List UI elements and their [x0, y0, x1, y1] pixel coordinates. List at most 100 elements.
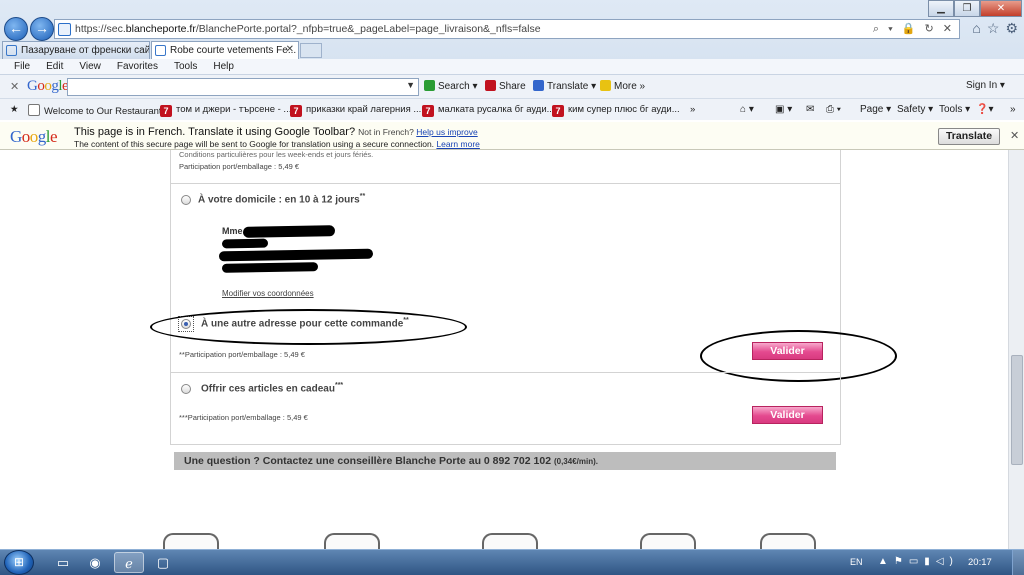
favorite-label: том и джери - търсене - ...: [176, 104, 292, 115]
chrome-taskbar-icon[interactable]: ◉: [80, 552, 110, 573]
logo-letter: e: [50, 127, 58, 146]
favorite-label: приказки край лагерния ...: [306, 104, 422, 115]
tab-robe-courte[interactable]: Robe courte vetements Fe... ✕: [151, 41, 299, 59]
menu-help[interactable]: Help: [213, 59, 234, 74]
google-logo: Google: [27, 78, 69, 95]
learn-more-link[interactable]: Learn more: [436, 139, 479, 149]
url-prefix: https://sec.: [75, 23, 126, 35]
favorites-overflow-icon[interactable]: »: [690, 104, 695, 115]
home-delivery-label: À votre domicile : en 10 à 12 jours**: [198, 193, 365, 205]
address-bar[interactable]: https://sec.blancheporte.fr/BlanchePorte…: [54, 19, 960, 39]
google-toolbar: ✕ Google ▼ Search ▾ Share Translate ▾ Mo…: [0, 74, 1024, 98]
google-logo: Google: [10, 127, 58, 147]
card-icon: [324, 533, 380, 549]
windows-logo-icon: ⊞: [13, 555, 25, 569]
arrow-right-icon: →: [35, 20, 49, 36]
browser-chrome: ▁ ❐ ✕ ← → https://sec.blancheporte.fr/Bl…: [0, 0, 1024, 120]
close-translate-bar-icon[interactable]: ✕: [1010, 129, 1019, 142]
google-search-button[interactable]: Search ▾: [424, 80, 478, 92]
safety-menu-label: Safety: [897, 104, 926, 115]
favorite-tom-jerry[interactable]: 7 том и джери - търсене - ...: [160, 104, 291, 117]
page-menu-label: Page: [860, 104, 884, 115]
help-icon[interactable]: ❓▾: [976, 104, 993, 115]
menu-edit[interactable]: Edit: [46, 59, 63, 74]
page-menu[interactable]: Page ▾: [860, 104, 891, 115]
home-command-icon[interactable]: ⌂ ▾: [740, 104, 754, 115]
translate-label: Translate: [547, 81, 589, 92]
delivery-icon: [482, 533, 538, 549]
redacted-line: [221, 238, 269, 249]
maximize-button[interactable]: ❐: [954, 0, 980, 17]
share-label: Share: [499, 81, 526, 92]
menu-tools[interactable]: Tools: [174, 59, 197, 74]
language-indicator[interactable]: EN: [850, 557, 863, 567]
favorite-prikazki[interactable]: 7 приказки край лагерния ...: [290, 104, 421, 117]
back-button[interactable]: ←: [4, 17, 28, 41]
tab-label: Пазаруване от френски сайт...: [21, 45, 150, 56]
feeds-icon[interactable]: ▣ ▾: [775, 104, 792, 115]
menu-favorites[interactable]: Favorites: [117, 59, 158, 74]
close-toolbar-icon[interactable]: ✕: [10, 80, 19, 93]
tools-menu[interactable]: Tools ▾: [939, 104, 970, 115]
safety-menu[interactable]: Safety ▾: [897, 104, 933, 115]
explorer-taskbar-icon[interactable]: ▭: [48, 552, 78, 573]
star-icon[interactable]: ☆: [987, 20, 1000, 37]
close-tab-icon[interactable]: ✕: [286, 44, 294, 55]
help-improve-link[interactable]: Help us improve: [416, 127, 477, 137]
minimize-button[interactable]: ▁: [928, 0, 954, 17]
close-window-button[interactable]: ✕: [980, 0, 1022, 17]
new-tab-button[interactable]: [300, 43, 322, 58]
tab-bulgarian-shopping[interactable]: Пазаруване от френски сайт...: [2, 41, 150, 59]
bookmark-icon: 7: [552, 105, 564, 117]
dropdown-arrow-icon[interactable]: ▼: [406, 80, 415, 90]
more-button[interactable]: More »: [600, 80, 645, 92]
tools-menu-label: Tools: [939, 104, 963, 115]
commandbar-overflow-icon[interactable]: »: [1010, 104, 1016, 115]
pencil-icon: [600, 80, 611, 91]
modify-address-link[interactable]: Modifier vos coordonnées: [222, 289, 314, 298]
translate-subtext: The content of this secure page will be …: [74, 139, 480, 149]
favorites-star-icon[interactable]: ★: [10, 104, 19, 115]
mail-icon[interactable]: ✉: [806, 104, 814, 115]
shipping-cost-text: Participation port/emballage : 5,49 €: [179, 162, 300, 171]
tray-icons[interactable]: ▲⚑▭▮◁): [878, 556, 959, 567]
print-icon[interactable]: ⎙ ▾: [826, 104, 841, 115]
tab-favicon-icon: [155, 45, 166, 56]
share-button[interactable]: Share: [485, 80, 526, 92]
clock[interactable]: 20:17: [968, 557, 992, 568]
start-button[interactable]: ⊞: [4, 550, 34, 575]
menu-file[interactable]: File: [14, 59, 30, 74]
redacted-city: [221, 262, 319, 273]
translate-icon: [533, 80, 544, 91]
gift-shipping-cost-text: ***Participation port/emballage : 5,49 €: [179, 413, 308, 422]
favorite-restaurant[interactable]: Welcome to Our Restaurant: [28, 104, 162, 117]
bookmark-icon: 7: [422, 105, 434, 117]
sign-in-button[interactable]: Sign In ▾: [966, 80, 1005, 91]
vertical-scrollbar[interactable]: [1008, 150, 1024, 549]
bookmark-icon: 7: [160, 105, 172, 117]
conditions-text: Conditions particulières pour les week-e…: [179, 150, 374, 159]
favorite-rusalka[interactable]: 7 малката русалка бг ауди...: [422, 104, 555, 117]
validate-gift-button[interactable]: Valider: [752, 406, 823, 424]
menu-view[interactable]: View: [79, 59, 101, 74]
home-delivery-radio[interactable]: [181, 195, 191, 205]
home-icon[interactable]: ⌂: [972, 20, 980, 37]
address-bar-icons[interactable]: ⌕ ▾ 🔒 ↻ ✕: [873, 22, 955, 36]
google-search-input[interactable]: ▼: [67, 78, 419, 96]
return-icon: [640, 533, 696, 549]
section-divider: [170, 444, 841, 445]
app-taskbar-icon[interactable]: ▢: [148, 552, 178, 573]
favorite-kim[interactable]: 7 ким супер плюс бг ауди...: [552, 104, 680, 117]
gear-icon[interactable]: ⚙: [1005, 20, 1018, 37]
browser-tool-icons: ⌂ ☆ ⚙: [972, 20, 1018, 37]
show-desktop-button[interactable]: [1012, 550, 1024, 575]
secure-translation-text: The content of this secure page will be …: [74, 139, 435, 149]
translate-toolbar-button[interactable]: Translate ▾: [533, 80, 596, 92]
gift-radio[interactable]: [181, 384, 191, 394]
forward-button[interactable]: →: [30, 17, 54, 41]
redacted-name: [242, 225, 336, 238]
translate-button[interactable]: Translate: [938, 128, 1000, 145]
logo-letter: G: [10, 127, 22, 146]
scrollbar-thumb[interactable]: [1011, 355, 1023, 465]
ie-taskbar-icon[interactable]: ℯ: [114, 552, 144, 573]
